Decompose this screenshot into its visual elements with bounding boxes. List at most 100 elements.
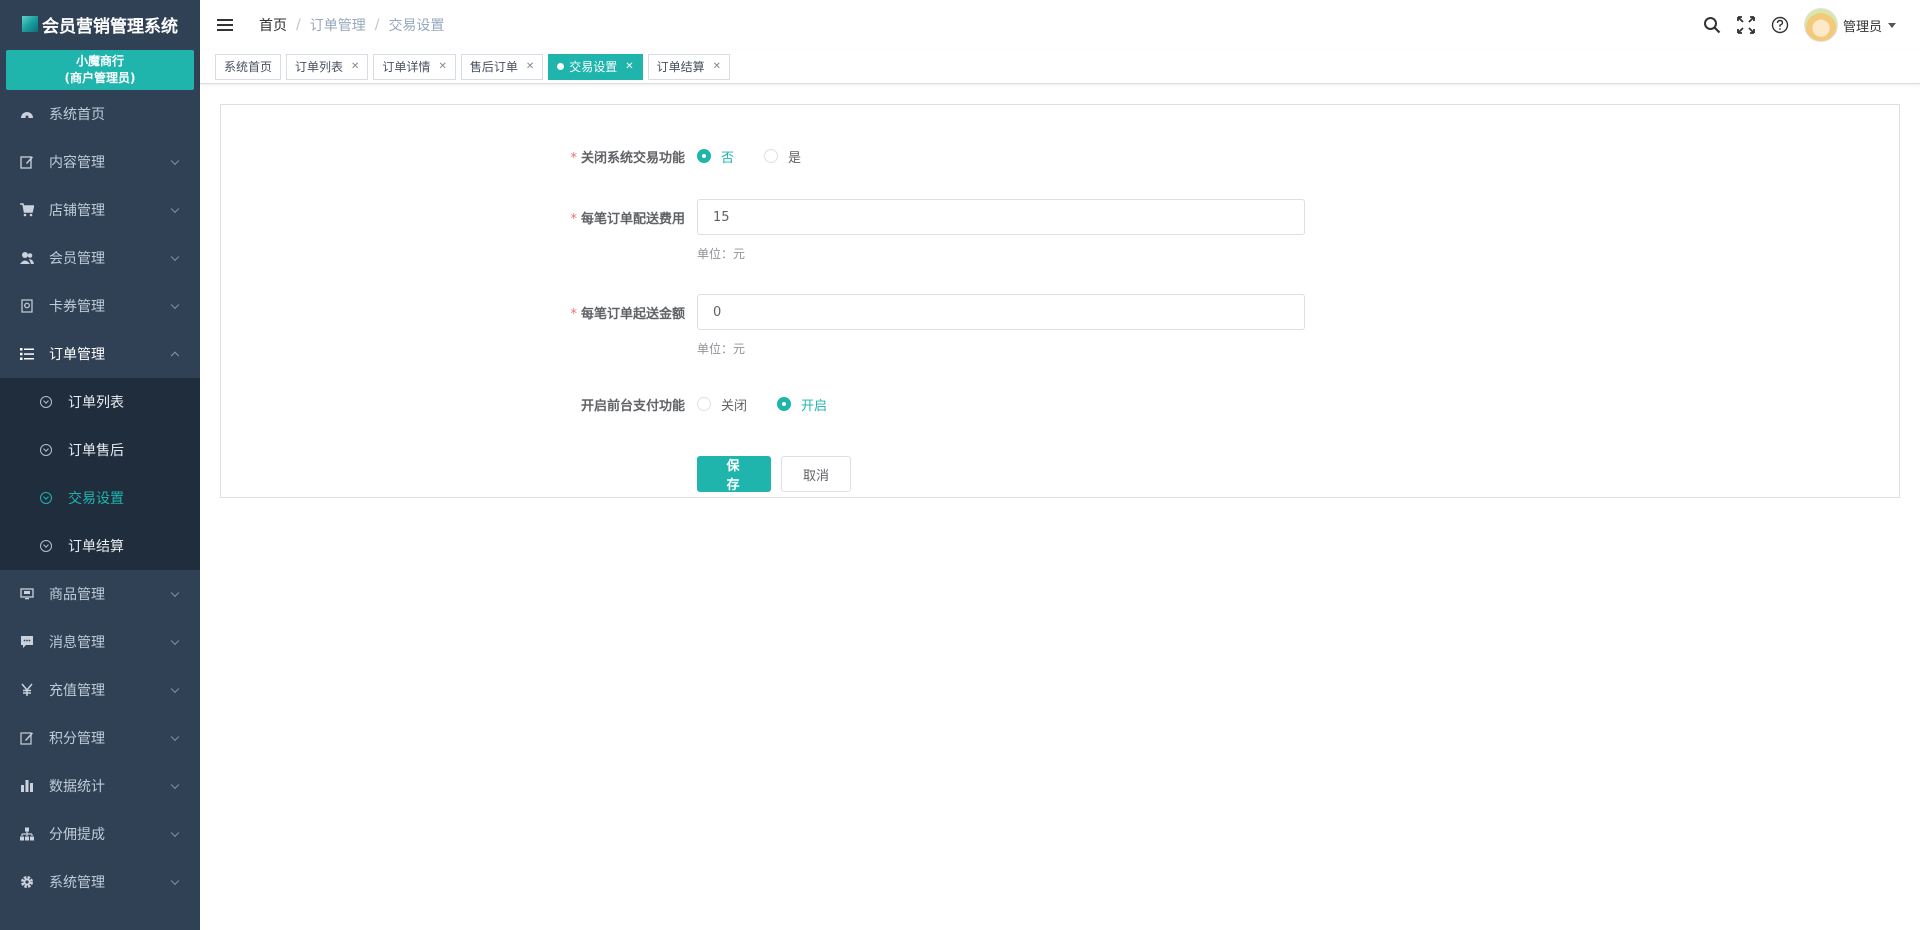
caret-down-icon[interactable] <box>1888 22 1896 28</box>
message-icon <box>20 635 34 649</box>
sidebar-item-label: 系统首页 <box>49 107 105 123</box>
tag-label: 订单列表 <box>295 59 344 74</box>
sidebar-item-messages[interactable]: 消息管理 <box>0 618 200 666</box>
sidebar-item-label: 卡券管理 <box>49 299 105 315</box>
sidebar-item-store[interactable]: 店铺管理 <box>0 186 200 234</box>
breadcrumb-home[interactable]: 首页 <box>259 15 287 35</box>
sidebar-item-label: 消息管理 <box>49 635 105 651</box>
required-mark: * <box>570 306 577 322</box>
search-icon[interactable] <box>1702 15 1722 35</box>
close-icon[interactable]: ✕ <box>625 55 633 79</box>
submenu-item-label: 订单结算 <box>68 539 124 555</box>
radio-label: 是 <box>788 150 802 166</box>
tag-order-list[interactable]: 订单列表 ✕ <box>286 53 369 80</box>
required-mark: * <box>570 211 577 227</box>
close-trade-label-text: 关闭系统交易功能 <box>580 150 685 166</box>
check-circle-icon <box>40 396 52 408</box>
users-icon <box>20 251 34 265</box>
sidebar-item-label: 商品管理 <box>49 587 105 603</box>
sidebar-menu: 系统首页 内容管理 店铺管理 会员管理 卡券管理 订单管理 订单列表 订单售后 … <box>0 90 200 906</box>
close-icon[interactable]: ✕ <box>713 55 721 79</box>
sidebar-item-statistics[interactable]: 数据统计 <box>0 762 200 810</box>
avatar[interactable] <box>1803 8 1838 42</box>
sidebar-toggle-icon[interactable] <box>217 16 233 34</box>
close-icon[interactable]: ✕ <box>351 55 359 79</box>
check-circle-icon <box>40 444 52 456</box>
user-name[interactable]: 管理员 <box>1843 16 1882 35</box>
sidebar-item-orders[interactable]: 订单管理 <box>0 330 200 378</box>
required-mark: * <box>570 150 577 166</box>
merchant-badge: 小魔商行 (商户管理员) <box>6 50 194 90</box>
delivery-fee-hint: 单位：元 <box>697 247 746 261</box>
tag-settlement[interactable]: 订单结算 ✕ <box>647 53 731 80</box>
sidebar-item-members[interactable]: 会员管理 <box>0 234 200 282</box>
app-title: 会员营销管理系统 <box>42 16 178 37</box>
radio-label: 否 <box>721 150 735 166</box>
tag-order-detail[interactable]: 订单详情 ✕ <box>373 53 456 80</box>
list-icon <box>20 347 34 361</box>
sidebar-item-label: 内容管理 <box>49 155 105 171</box>
dashboard-icon <box>20 107 34 121</box>
min-amount-input[interactable] <box>697 294 1305 330</box>
tags-view: 系统首页 订单列表 ✕ 订单详情 ✕ 售后订单 ✕ 交易设置 ✕ 订单结算 ✕ <box>200 50 1920 84</box>
front-pay-radio-on[interactable]: 开启 <box>777 395 827 414</box>
min-amount-label: * 每笔订单起送金额 <box>221 303 697 322</box>
fullscreen-icon[interactable] <box>1736 15 1756 35</box>
chevron-up-icon <box>170 351 180 361</box>
trade-settings-form: *关闭系统交易功能 否 是 *每笔订单配送费用 单位：元 *每笔订单起送金额 单… <box>220 104 1900 498</box>
cancel-button[interactable]: 取消 <box>781 456 851 492</box>
front-pay-label-text: 开启前台支付功能 <box>580 398 685 414</box>
app-logo[interactable]: 会员营销管理系统 <box>0 0 200 48</box>
radio-label: 关闭 <box>721 398 748 414</box>
breadcrumb-separator: / <box>374 17 380 33</box>
min-amount-row: * 每笔订单起送金额 <box>221 294 1305 330</box>
edit-icon <box>20 155 34 169</box>
order-submenu-container: 订单列表 订单售后 交易设置 订单结算 <box>0 378 200 570</box>
sidebar: 会员营销管理系统 小魔商行 (商户管理员) 系统首页 内容管理 店铺管理 会员管… <box>0 0 200 930</box>
chevron-down-icon <box>170 732 180 742</box>
order-submenu: 订单列表 订单售后 交易设置 订单结算 <box>0 378 200 570</box>
close-icon[interactable]: ✕ <box>526 55 534 79</box>
help-icon[interactable] <box>1770 15 1790 35</box>
chevron-down-icon <box>170 156 180 166</box>
close-trade-radio-no[interactable]: 否 <box>697 147 734 166</box>
sidebar-item-points[interactable]: 积分管理 <box>0 714 200 762</box>
submenu-item-trade-settings[interactable]: 交易设置 <box>0 474 200 522</box>
chevron-down-icon <box>170 684 180 694</box>
submenu-item-order-list[interactable]: 订单列表 <box>0 378 200 426</box>
tag-trade-settings[interactable]: 交易设置 ✕ <box>548 53 643 80</box>
sidebar-item-label: 充值管理 <box>49 683 105 699</box>
min-amount-label-text: 每笔订单起送金额 <box>580 306 685 322</box>
chevron-down-icon <box>170 828 180 838</box>
sidebar-item-label: 店铺管理 <box>49 203 105 219</box>
form-actions: 保 存 取消 <box>221 456 851 493</box>
close-icon[interactable]: ✕ <box>438 55 446 79</box>
chevron-down-icon <box>170 588 180 598</box>
radio-unchecked-icon <box>764 149 779 163</box>
tag-home[interactable]: 系统首页 <box>215 53 282 80</box>
submenu-item-settlement[interactable]: 订单结算 <box>0 522 200 570</box>
sidebar-item-system[interactable]: 系统管理 <box>0 858 200 906</box>
submenu-item-after-sale[interactable]: 订单售后 <box>0 426 200 474</box>
sidebar-item-dashboard[interactable]: 系统首页 <box>0 90 200 138</box>
sidebar-item-coupons[interactable]: 卡券管理 <box>0 282 200 330</box>
sidebar-item-content[interactable]: 内容管理 <box>0 138 200 186</box>
breadcrumb-orders[interactable]: 订单管理 <box>310 15 366 35</box>
radio-label: 开启 <box>801 398 828 414</box>
tag-label: 交易设置 <box>569 59 618 74</box>
gear-icon <box>20 875 34 889</box>
front-pay-radio-off[interactable]: 关闭 <box>697 395 747 414</box>
delivery-fee-input[interactable] <box>697 199 1305 235</box>
sidebar-item-label: 积分管理 <box>49 731 105 747</box>
sidebar-item-recharge[interactable]: 充值管理 <box>0 666 200 714</box>
save-button[interactable]: 保 存 <box>697 456 771 493</box>
active-dot-icon <box>557 63 565 70</box>
delivery-fee-row: * 每笔订单配送费用 <box>221 199 1305 235</box>
sidebar-item-products[interactable]: 商品管理 <box>0 570 200 618</box>
front-pay-row: 开启前台支付功能 关闭 开启 <box>221 393 857 415</box>
submenu-item-label: 订单列表 <box>68 395 124 411</box>
points-icon <box>20 731 34 745</box>
sidebar-item-commission[interactable]: 分佣提成 <box>0 810 200 858</box>
tag-after-sale[interactable]: 售后订单 ✕ <box>460 53 544 80</box>
close-trade-radio-yes[interactable]: 是 <box>764 147 801 166</box>
